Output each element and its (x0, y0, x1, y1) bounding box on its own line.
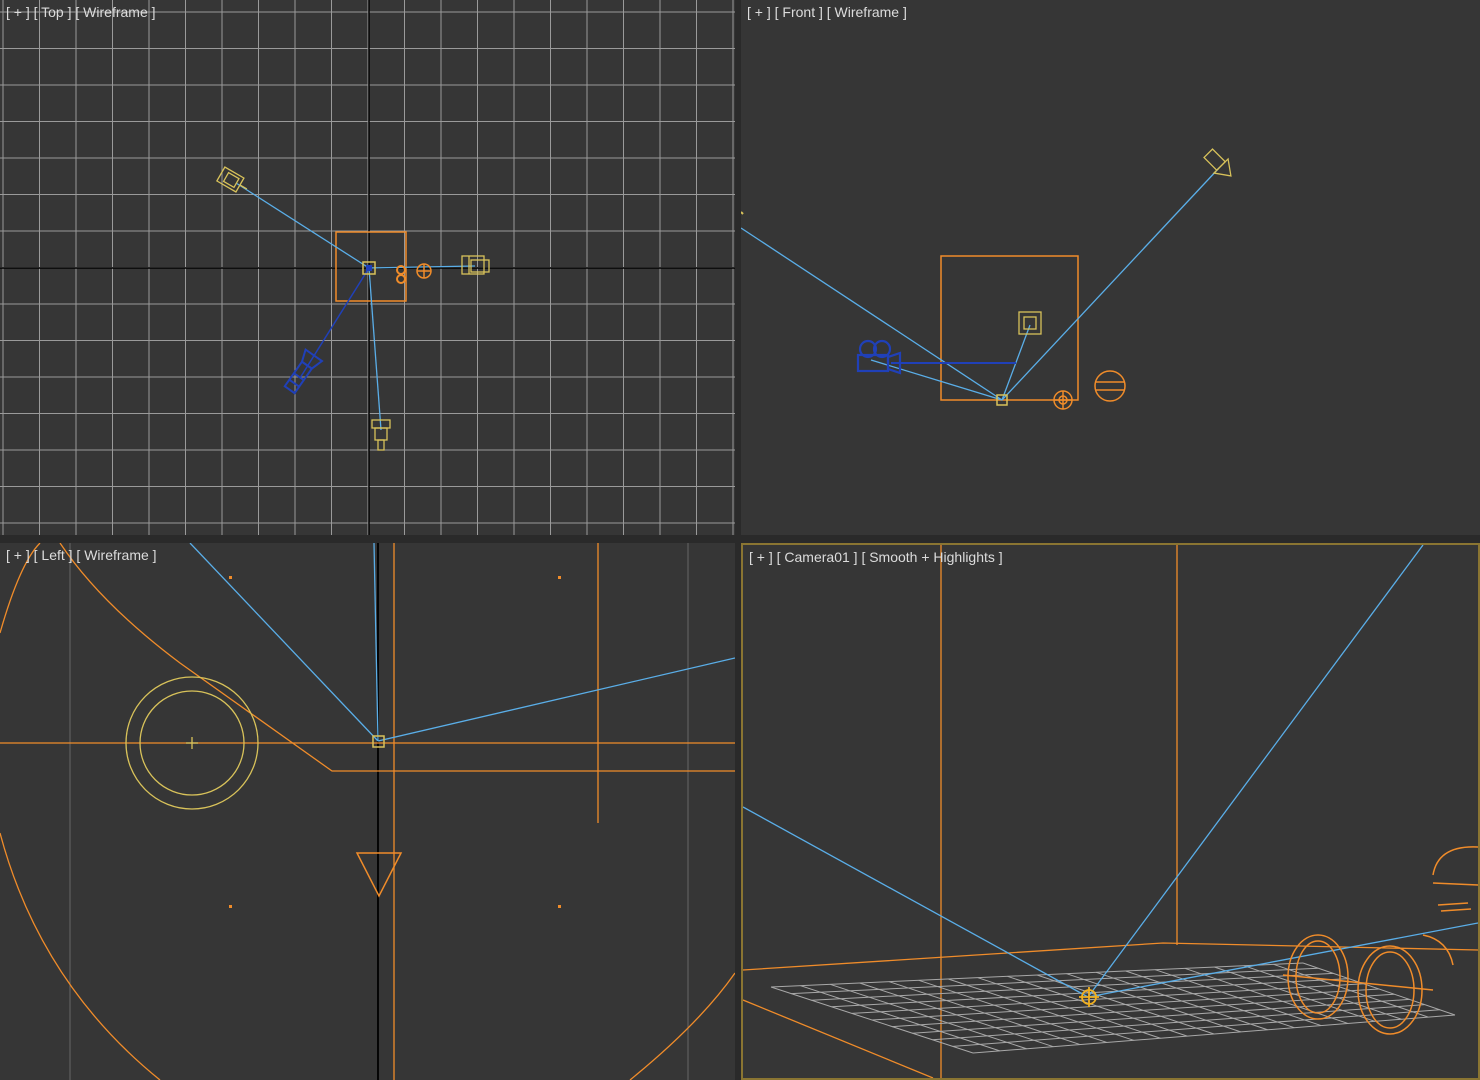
left-arc (0, 832, 161, 1080)
grid-line (770, 962, 1304, 988)
viewport-label-left[interactable]: [ + ] [ Left ] [ Wireframe ] (6, 547, 157, 563)
front-scene (741, 148, 1232, 410)
top-scene (0, 0, 735, 535)
target-icon (1053, 390, 1073, 410)
camera-icon (856, 339, 902, 375)
grid-line (851, 983, 1364, 1014)
camera-icon (283, 347, 324, 395)
viewport-front[interactable]: [ + ] [ Front ] [ Wireframe ] (741, 0, 1480, 535)
viewport-camera[interactable]: [ + ] [ Camera01 ] [ Smooth + Highlights… (741, 543, 1480, 1080)
left-link-3 (377, 657, 735, 742)
grid-line (791, 967, 1319, 995)
top-link-1 (235, 182, 370, 269)
viewport-left[interactable]: [ + ] [ Left ] [ Wireframe ] (0, 543, 735, 1080)
light-icon (461, 255, 490, 275)
front-link-1 (741, 227, 1003, 401)
target-icon (416, 263, 432, 279)
front-link-4 (870, 359, 1003, 401)
light-icon (1203, 148, 1232, 177)
viewport-label-top[interactable]: [ + ] [ Top ] [ Wireframe ] (6, 4, 156, 20)
viewport-label-front[interactable]: [ + ] [ Front ] [ Wireframe ] (747, 4, 907, 20)
viewport-top[interactable]: [ + ] [ Top ] [ Wireframe ] (0, 0, 735, 535)
light-icon (1018, 311, 1042, 335)
left-arc (629, 972, 735, 1080)
camera-link-2 (1087, 545, 1424, 998)
front-link-2 (1001, 167, 1220, 401)
grid-line (932, 1004, 1425, 1041)
camera-scene (743, 545, 1478, 1078)
viewport-label-camera[interactable]: [ + ] [ Camera01 ] [ Smooth + Highlights… (749, 549, 1003, 565)
grid-line (912, 998, 1410, 1034)
grid-line (972, 1014, 1456, 1054)
floor-grid (770, 962, 1456, 1054)
camera-link-3 (1087, 922, 1478, 998)
left-scene (0, 543, 735, 1080)
top-link-4 (299, 267, 370, 379)
camera-link-1 (743, 806, 1089, 998)
top-link-3 (368, 267, 382, 431)
left-link-1 (189, 543, 379, 742)
helper-icon (1094, 370, 1126, 402)
